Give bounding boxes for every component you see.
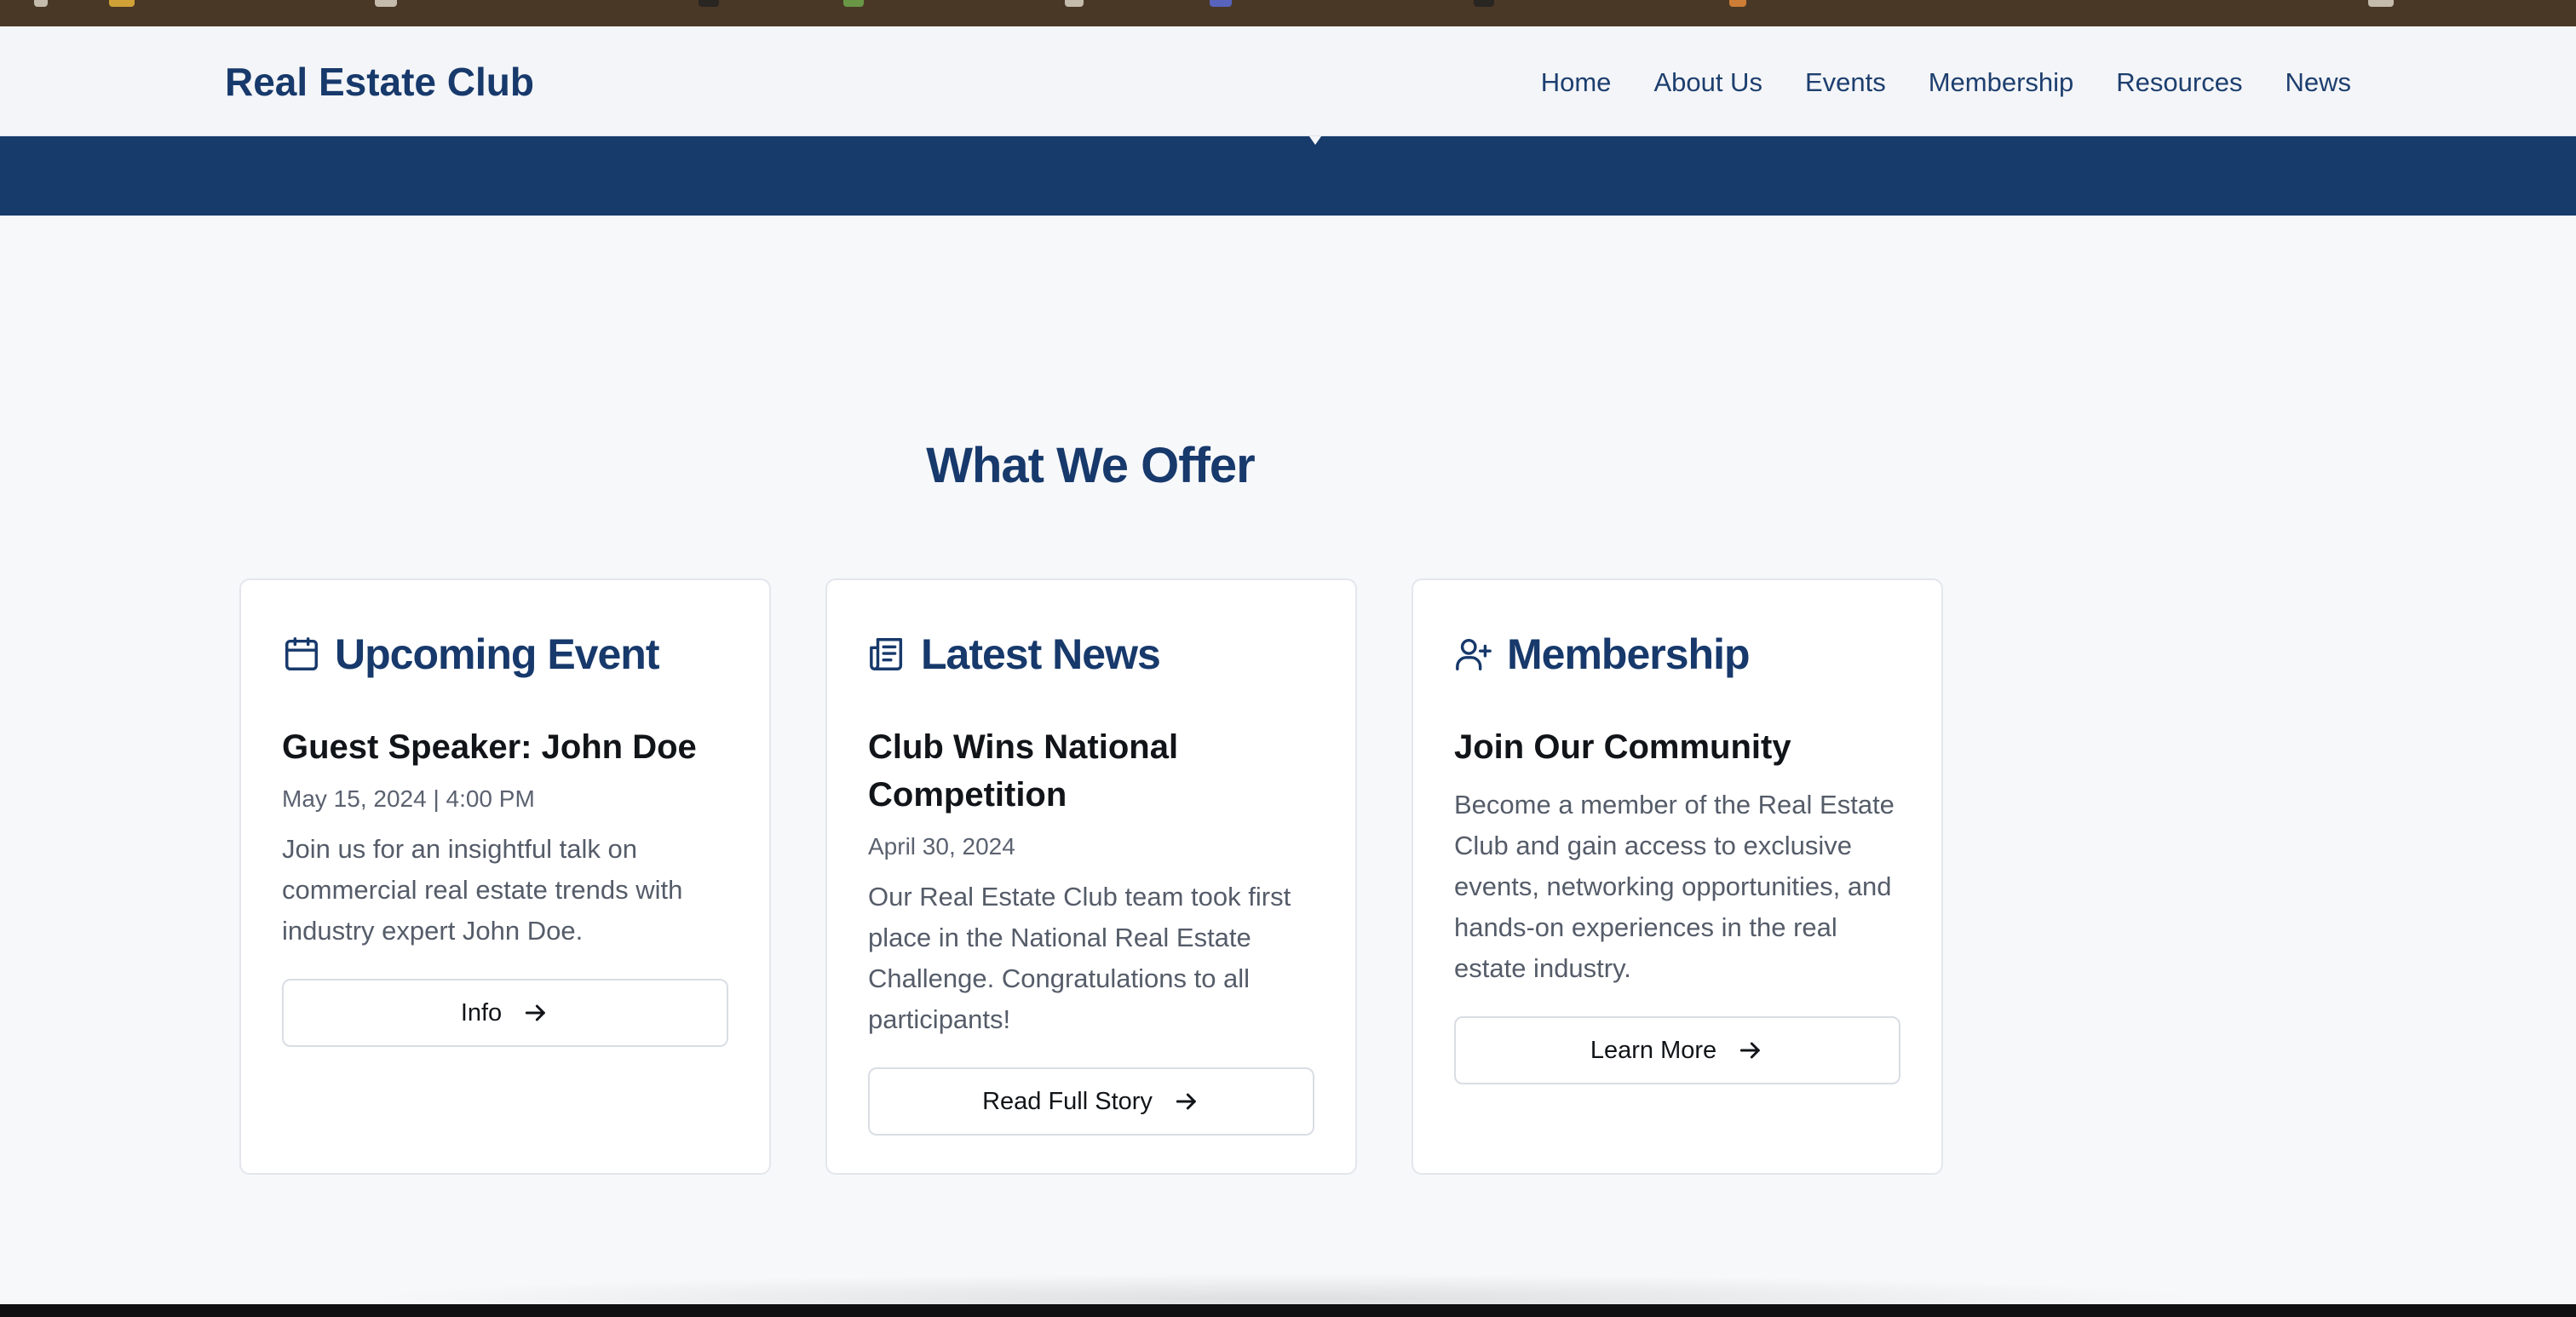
section-title: What We Offer	[926, 438, 1256, 493]
os-dock-edge	[0, 1304, 2576, 1317]
os-menubar-item	[2368, 0, 2394, 7]
os-menubar-item	[843, 0, 864, 7]
dock-shadow	[349, 1274, 2223, 1304]
arrow-right-icon	[526, 1004, 545, 1021]
card-title: Guest Speaker: John Doe	[282, 728, 697, 766]
offer-card-upcoming-event: Upcoming Event Guest Speaker: John Doe M…	[239, 578, 771, 1175]
os-menubar-item	[1729, 0, 1746, 7]
os-menubar-item	[34, 0, 48, 7]
offer-card-latest-news: Latest News Club Wins National Competiti…	[825, 578, 1357, 1175]
user-plus-icon	[1456, 638, 1492, 670]
info-button[interactable]: Info	[282, 979, 728, 1047]
hero-banner	[0, 136, 2576, 216]
nav-link-about-us[interactable]: About Us	[1653, 67, 1762, 98]
os-menubar-item	[1065, 0, 1084, 7]
brand-logo[interactable]: Real Estate Club	[225, 59, 534, 105]
nav-link-events[interactable]: Events	[1805, 67, 1886, 98]
card-header: Latest News	[868, 628, 1314, 681]
nav-link-membership[interactable]: Membership	[1929, 67, 2074, 98]
os-menubar-item	[375, 0, 397, 7]
button-label: Learn More	[1590, 1036, 1717, 1064]
learn-more-button[interactable]: Learn More	[1454, 1016, 1900, 1084]
os-menubar-item	[1210, 0, 1232, 7]
card-heading: Latest News	[921, 630, 1161, 678]
button-label: Read Full Story	[982, 1087, 1153, 1115]
card-header: Upcoming Event	[282, 628, 728, 681]
nav-link-resources[interactable]: Resources	[2116, 67, 2242, 98]
card-header: Membership	[1454, 628, 1900, 681]
nav-link-home[interactable]: Home	[1541, 67, 1612, 98]
nav-link-news[interactable]: News	[2285, 67, 2351, 98]
card-date: April 30, 2024	[868, 833, 1015, 860]
os-menubar-item	[109, 0, 135, 7]
read-full-story-button[interactable]: Read Full Story	[868, 1067, 1314, 1136]
card-heading: Membership	[1507, 630, 1751, 678]
newspaper-icon	[870, 638, 903, 670]
card-title: Join Our Community	[1454, 728, 1791, 766]
arrow-right-icon	[1740, 1042, 1760, 1059]
button-label: Info	[460, 998, 503, 1027]
site-header: Real Estate Club Home About Us Events Me…	[0, 26, 2576, 136]
card-description: Join us for an insightful talk on commer…	[282, 834, 683, 946]
calendar-icon	[285, 637, 318, 670]
card-title: Club Wins National Competition	[868, 728, 1179, 814]
os-menubar-item	[1474, 0, 1494, 7]
card-heading: Upcoming Event	[335, 630, 659, 678]
card-description: Become a member of the Real Estate Club …	[1454, 790, 1895, 983]
arrow-right-icon	[1176, 1093, 1196, 1110]
card-description: Our Real Estate Club team took first pla…	[868, 882, 1291, 1034]
os-top-bar	[0, 0, 2576, 26]
hero-notch	[1309, 136, 1321, 145]
os-menubar-item	[699, 0, 719, 7]
offer-card-membership: Membership Join Our Community Become a m…	[1412, 578, 1943, 1175]
card-date: May 15, 2024 | 4:00 PM	[282, 785, 535, 812]
main-nav: Home About Us Events Membership Resource…	[1541, 67, 2351, 98]
browser-viewport: Real Estate Club Home About Us Events Me…	[0, 26, 2576, 1304]
